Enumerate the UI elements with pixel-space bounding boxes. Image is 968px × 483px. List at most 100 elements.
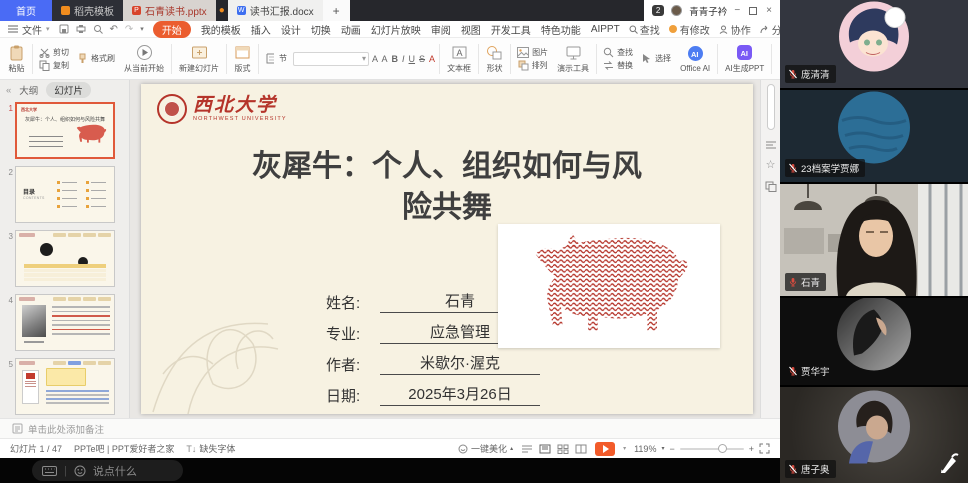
menu-right-1[interactable]: 协作 <box>719 22 751 37</box>
thumbnail-preview[interactable] <box>15 230 115 287</box>
slide-thumbnail-3[interactable]: 3 <box>2 230 123 287</box>
ribbon-button-select[interactable]: 选择 <box>639 53 673 64</box>
menu-item-7[interactable]: 审阅 <box>431 22 451 37</box>
menu-item-6[interactable]: 幻灯片放映 <box>371 22 421 37</box>
menu-item-11[interactable]: AIPPT <box>591 24 620 35</box>
zoom-slider-thumb[interactable] <box>718 444 727 453</box>
ribbon-button-ai-blue[interactable]: AIOffice AI <box>677 43 713 75</box>
slide-1-editing-surface[interactable]: 西北大学 NORTHWEST UNIVERSITY 灰犀牛：个人、组织如何与风 … <box>141 84 753 414</box>
notes-view-icon[interactable] <box>521 444 533 454</box>
ribbon-button-brush[interactable]: 格式刷 <box>75 53 117 64</box>
thumbnail-preview[interactable]: 西北大学灰犀牛：个人、组织如何与风险共舞 <box>15 102 115 159</box>
tab-docx[interactable]: W读书汇报.docx <box>228 0 323 21</box>
tab-home[interactable]: 首页 <box>0 0 52 21</box>
menu-item-10[interactable]: 特色功能 <box>541 22 581 37</box>
participant-tile-4[interactable]: 贾华宇 <box>780 298 968 385</box>
zoom-caret[interactable]: ▾ <box>661 445 664 452</box>
zoom-level[interactable]: 119% <box>634 444 656 454</box>
tab-templates[interactable]: 稻壳模板 <box>52 0 123 21</box>
slide-thumbnail-5[interactable]: 5 <box>2 358 123 415</box>
keyboard-icon[interactable] <box>42 466 57 476</box>
ribbon-button-play-circle[interactable]: 从当前开始 <box>121 42 167 76</box>
notification-badge[interactable]: 2 <box>652 5 664 16</box>
reading-view-icon[interactable] <box>575 444 587 454</box>
ribbon-button-present[interactable]: 演示工具 <box>554 42 592 76</box>
close-button[interactable]: × <box>766 5 772 16</box>
minimize-button[interactable]: − <box>734 5 740 16</box>
menu-item-9[interactable]: 开发工具 <box>491 22 531 37</box>
participant-tile-1[interactable]: 庞清清 <box>780 0 968 88</box>
animation-pane-icon[interactable] <box>765 140 777 150</box>
ribbon-button-copy[interactable]: 复制 <box>37 60 71 71</box>
participant-tile-3[interactable]: 石青 <box>780 184 968 296</box>
preview-icon[interactable] <box>93 24 103 34</box>
ribbon-button-scissors[interactable]: 剪切 <box>37 47 71 58</box>
font-family-select[interactable]: ▾ <box>293 52 369 66</box>
maximize-button[interactable] <box>749 7 757 15</box>
selection-pane-icon[interactable] <box>765 181 777 192</box>
annotation-pen-icon[interactable] <box>934 451 960 477</box>
ribbon-button-find[interactable]: 查找 <box>601 47 635 58</box>
participant-tile-5[interactable]: 唐子奥 <box>780 387 968 483</box>
emoji-icon[interactable] <box>74 465 86 477</box>
font-toggle-s[interactable]: S <box>419 54 425 64</box>
normal-view-icon[interactable] <box>539 444 551 454</box>
missing-font-warning[interactable]: T↓ 缺失字体 <box>186 442 235 455</box>
font-size-buttons[interactable]: A A <box>372 54 389 64</box>
slide-thumbnail-1[interactable]: 1西北大学灰犀牛：个人、组织如何与风险共舞 <box>2 102 123 159</box>
menu-item-2[interactable]: 插入 <box>251 22 271 37</box>
thumbnail-preview[interactable] <box>15 294 115 351</box>
beautify-button[interactable]: 一键美化▴ <box>458 442 513 455</box>
vertical-scrollbar[interactable] <box>767 84 775 130</box>
menu-right-0[interactable]: 有修改 <box>669 22 710 37</box>
fullscreen-icon[interactable] <box>759 443 770 454</box>
undo-icon[interactable]: ↶ <box>110 24 118 35</box>
font-toggle-b[interactable]: B <box>392 54 399 64</box>
rhino-artwork-card[interactable] <box>498 224 720 348</box>
zoom-in-button[interactable]: + <box>749 444 754 454</box>
save-icon[interactable] <box>59 24 69 34</box>
thumbnail-preview[interactable] <box>15 358 115 415</box>
menu-item-1[interactable]: 我的模板 <box>201 22 241 37</box>
ribbon-button-arrange[interactable]: 排列 <box>515 60 550 71</box>
new-tab-button[interactable]: + <box>323 0 350 21</box>
zoom-slider[interactable] <box>680 448 744 450</box>
thumbnail-preview[interactable]: 目录CONTENTS <box>15 166 115 223</box>
menu-item-3[interactable]: 设计 <box>281 22 301 37</box>
menu-item-0[interactable]: 开始 <box>153 21 191 38</box>
ribbon-button-shapes[interactable]: 形状 <box>483 42 506 76</box>
font-toggle-i[interactable]: I <box>402 54 405 64</box>
participant-tile-2[interactable]: 23档案学贾娜 <box>780 90 968 182</box>
chat-input-bar[interactable]: | 说点什么 <box>32 460 183 481</box>
user-avatar[interactable] <box>671 5 682 16</box>
zoom-out-button[interactable]: − <box>669 444 674 454</box>
slide-title[interactable]: 灰犀牛：个人、组织如何与风 险共舞 <box>161 146 733 228</box>
redo-icon[interactable]: ↷ <box>125 24 133 35</box>
ribbon-button-replace[interactable]: 替换 <box>601 60 635 71</box>
slideshow-play-button[interactable] <box>595 442 615 456</box>
ribbon-button-layout[interactable]: 版式 <box>231 42 254 76</box>
smart-features-icon[interactable]: ☆ <box>766 160 776 171</box>
form-value[interactable]: 2025年3月26日 <box>380 383 540 406</box>
file-menu-button[interactable]: 文件▾ <box>8 22 50 37</box>
toolbar-more-icon[interactable]: ▾ <box>140 25 144 33</box>
ribbon-button-new-slide[interactable]: 新建幻灯片 <box>176 42 222 76</box>
play-options-caret[interactable]: ▾ <box>623 445 626 452</box>
collapse-panel-icon[interactable]: « <box>6 85 11 96</box>
menu-item-4[interactable]: 切换 <box>311 22 331 37</box>
slide-thumbnail-2[interactable]: 2目录CONTENTS <box>2 166 123 223</box>
menu-item-8[interactable]: 视图 <box>461 22 481 37</box>
tab-outline[interactable]: 大纲 <box>19 83 38 97</box>
menu-item-5[interactable]: 动画 <box>341 22 361 37</box>
print-icon[interactable] <box>76 24 86 34</box>
ribbon-search[interactable]: 查找 <box>629 22 660 37</box>
grid-view-icon[interactable] <box>557 444 569 454</box>
font-toggle-u[interactable]: U <box>409 54 416 64</box>
tab-slides[interactable]: 幻灯片 <box>46 82 91 98</box>
ribbon-button-textbox[interactable]: A文本框 <box>444 42 474 76</box>
slide-thumbnail-4[interactable]: 4 <box>2 294 123 351</box>
font-toggle-a[interactable]: A <box>429 54 435 64</box>
ribbon-button-section[interactable]: 节 <box>263 53 289 64</box>
ribbon-button-picture[interactable]: 图片 <box>515 47 550 58</box>
tab-pptx[interactable]: P石青读书.pptx <box>123 0 216 21</box>
